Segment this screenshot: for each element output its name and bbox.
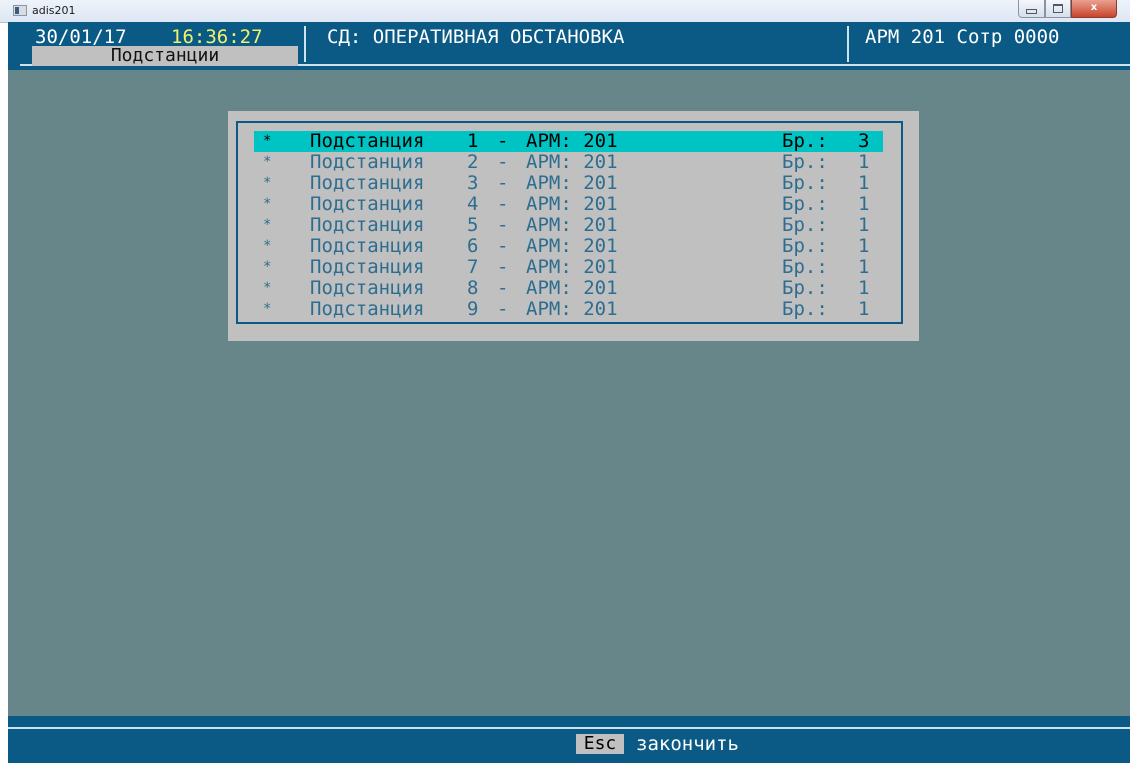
item-br-label: Бр.: [782,235,828,257]
item-number: 9 [467,298,479,320]
item-br-count: 1 [858,298,870,320]
item-number: 5 [467,214,479,236]
item-br-count: 3 [858,130,870,152]
item-arm: АРМ: 201 [526,151,618,173]
bullet-star-icon: * [263,217,272,233]
item-arm: АРМ: 201 [526,130,618,152]
item-number: 2 [467,151,479,173]
item-number: 3 [467,172,479,194]
window-titlebar[interactable]: adis201 x [0,0,1130,23]
maximize-button[interactable] [1045,0,1071,18]
item-dash: - [497,235,509,257]
item-arm: АРМ: 201 [526,256,618,278]
item-dash: - [497,172,509,194]
item-br-count: 1 [858,235,870,257]
esc-key-button[interactable]: Esc [576,734,624,754]
bullet-star-icon: * [263,301,272,317]
item-br-count: 1 [858,172,870,194]
item-dash: - [497,214,509,236]
item-name: Подстанция [310,214,425,236]
item-dash: - [497,277,509,299]
close-button[interactable]: x [1071,0,1117,18]
menu-item-substation-6[interactable]: * Подстанция 6- АРМ: 201 Бр.: 1 [254,236,883,257]
item-dash: - [497,130,509,152]
menu-item-substation-5[interactable]: * Подстанция 5- АРМ: 201 Бр.: 1 [254,215,883,236]
window-title: adis201 [32,4,76,17]
item-dash: - [497,193,509,215]
item-dash: - [497,151,509,173]
bullet-star-icon: * [263,154,272,170]
item-number: 1 [467,130,479,152]
header-separator [304,26,306,62]
item-name: Подстанция [310,277,425,299]
item-arm: АРМ: 201 [526,298,618,320]
item-name: Подстанция [310,151,425,173]
item-name: Подстанция [310,193,425,215]
item-br-label: Бр.: [782,193,828,215]
item-number: 4 [467,193,479,215]
status-header: 30/01/17 16:36:27 СД: ОПЕРАТИВНАЯ ОБСТАН… [8,22,1130,70]
minimize-icon [1026,9,1037,14]
item-br-count: 1 [858,214,870,236]
item-br-label: Бр.: [782,130,828,152]
app-window-icon [13,5,27,16]
item-br-label: Бр.: [782,172,828,194]
menu-item-substation-4[interactable]: * Подстанция 4- АРМ: 201 Бр.: 1 [254,194,883,215]
console-area: 30/01/17 16:36:27 СД: ОПЕРАТИВНАЯ ОБСТАН… [8,22,1130,763]
item-number: 7 [467,256,479,278]
maximize-icon [1053,4,1063,13]
close-icon: x [1090,2,1098,13]
item-dash: - [497,298,509,320]
esc-action-label: закончить [636,733,739,755]
menu-item-substation-2[interactable]: * Подстанция 2- АРМ: 201 Бр.: 1 [254,152,883,173]
bullet-star-icon: * [263,175,272,191]
item-name: Подстанция [310,172,425,194]
item-br-label: Бр.: [782,256,828,278]
bullet-star-icon: * [263,133,272,149]
bullet-star-icon: * [263,196,272,212]
item-name: Подстанция [310,235,425,257]
menu-item-substation-9[interactable]: * Подстанция 9- АРМ: 201 Бр.: 1 [254,299,883,320]
item-br-count: 1 [858,256,870,278]
minimize-button[interactable] [1018,0,1045,18]
item-br-count: 1 [858,193,870,215]
item-name: Подстанция [310,256,425,278]
bullet-star-icon: * [263,238,272,254]
menu-item-substation-3[interactable]: * Подстанция 3- АРМ: 201 Бр.: 1 [254,173,883,194]
menu-item-substation-8[interactable]: * Подстанция 8- АРМ: 201 Бр.: 1 [254,278,883,299]
header-caption: СД: ОПЕРАТИВНАЯ ОБСТАНОВКА [327,26,625,48]
item-number: 8 [467,277,479,299]
item-name: Подстанция [310,130,425,152]
tab-substations[interactable]: Подстанции [32,46,298,66]
item-br-label: Бр.: [782,214,828,236]
bullet-star-icon: * [263,259,272,275]
item-arm: АРМ: 201 [526,172,618,194]
item-arm: АРМ: 201 [526,277,618,299]
menu-item-substation-1[interactable]: * Подстанция 1- АРМ: 201 Бр.: 3 [254,131,883,152]
menu-item-substation-7[interactable]: * Подстанция 7- АРМ: 201 Бр.: 1 [254,257,883,278]
substation-menu: * Подстанция 1- АРМ: 201 Бр.: 3 * Подстанция 2- А… [228,111,919,341]
bullet-star-icon: * [263,280,272,296]
footer-divider [8,727,1130,729]
item-dash: - [497,256,509,278]
item-name: Подстанция [310,298,425,320]
item-br-count: 1 [858,277,870,299]
item-br-count: 1 [858,151,870,173]
item-br-label: Бр.: [782,298,828,320]
item-arm: АРМ: 201 [526,193,618,215]
item-arm: АРМ: 201 [526,235,618,257]
header-workstation: АРМ 201 Сотр 0000 [865,26,1060,48]
item-arm: АРМ: 201 [526,214,618,236]
item-br-label: Бр.: [782,151,828,173]
item-br-label: Бр.: [782,277,828,299]
footer-bar: Esc закончить [8,716,1130,763]
header-separator [847,26,849,62]
item-number: 6 [467,235,479,257]
